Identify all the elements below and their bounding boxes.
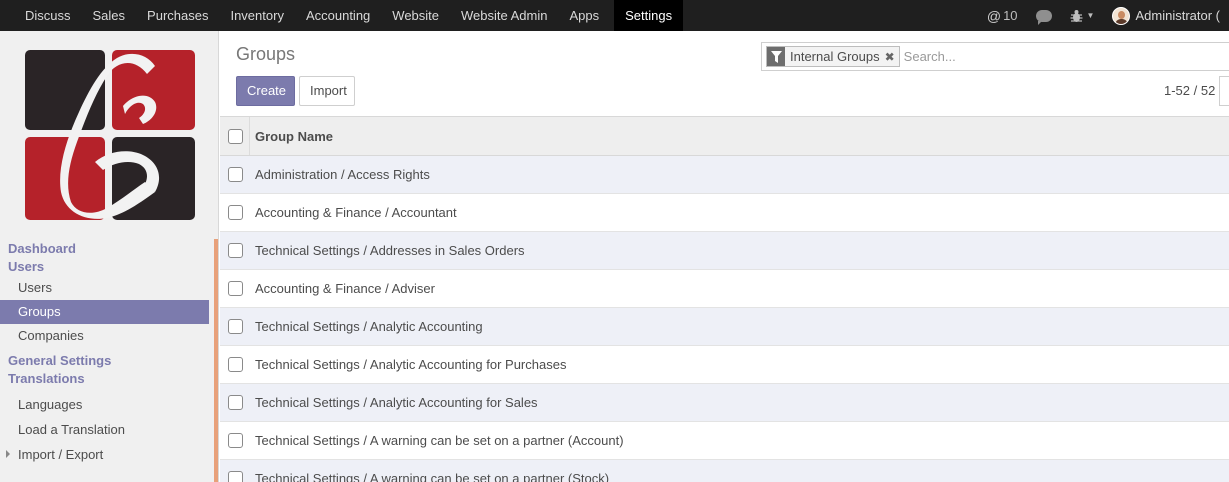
column-header-group-name[interactable]: Group Name <box>255 129 333 144</box>
sidebar-item-load-translation[interactable]: Load a Translation <box>0 417 209 442</box>
row-group-name: Technical Settings / A warning can be se… <box>255 471 610 482</box>
table-row[interactable]: Accounting & Finance / Adviser <box>220 270 1229 308</box>
sidebar-section-dashboard[interactable]: Dashboard <box>0 240 209 258</box>
table-row[interactable]: Administration / Access Rights <box>220 156 1229 194</box>
page-title: Groups <box>236 44 296 64</box>
row-group-name: Accounting & Finance / Accountant <box>255 205 457 220</box>
search-facet: Internal Groups ✖ <box>766 46 900 67</box>
sidebar-item-languages[interactable]: Languages <box>0 392 209 417</box>
row-checkbox[interactable] <box>228 319 243 334</box>
chat-icon <box>1035 9 1052 25</box>
sidebar-nav: Dashboard Users Users Groups Companies G… <box>0 240 209 467</box>
table-header: Group Name <box>220 117 1229 156</box>
sidebar-item-companies[interactable]: Companies <box>0 324 209 348</box>
search-bar[interactable]: Internal Groups ✖ <box>761 42 1229 71</box>
pager-value[interactable]: 1-52 / 52 <box>1164 83 1215 98</box>
user-menu[interactable]: Administrator ( <box>1103 0 1229 31</box>
search-input[interactable] <box>903 49 1204 64</box>
mentions-button[interactable]: @ 10 <box>978 0 1027 31</box>
menu-settings[interactable]: Settings <box>614 0 684 31</box>
menu-accounting[interactable]: Accounting <box>295 0 381 31</box>
top-navbar: Discuss Sales Purchases Inventory Accoun… <box>0 0 1229 31</box>
menu-sales[interactable]: Sales <box>82 0 137 31</box>
row-checkbox[interactable] <box>228 433 243 448</box>
menu-purchases[interactable]: Purchases <box>136 0 219 31</box>
table-row[interactable]: Technical Settings / Analytic Accounting <box>220 308 1229 346</box>
sidebar-item-import-export[interactable]: Import / Export <box>0 442 209 467</box>
row-group-name: Accounting & Finance / Adviser <box>255 281 435 296</box>
app-menu: Discuss Sales Purchases Inventory Accoun… <box>0 0 684 31</box>
row-group-name: Technical Settings / Analytic Accounting… <box>255 357 567 372</box>
groups-table: Group Name Administration / Access Right… <box>220 116 1229 482</box>
menu-inventory[interactable]: Inventory <box>219 0 294 31</box>
table-row[interactable]: Accounting & Finance / Accountant <box>220 194 1229 232</box>
company-logo <box>25 50 195 220</box>
menu-website-admin[interactable]: Website Admin <box>450 0 558 31</box>
debug-menu-button[interactable]: ▼ <box>1061 0 1104 31</box>
header-divider <box>249 117 250 155</box>
pager-previous-button[interactable] <box>1219 76 1229 106</box>
main-content: Groups Internal Groups ✖ Create Import 1… <box>220 31 1229 482</box>
at-icon: @ <box>986 7 1002 24</box>
user-name: Administrator ( <box>1135 8 1220 23</box>
table-row[interactable]: Technical Settings / A warning can be se… <box>220 460 1229 482</box>
mentions-count: 10 <box>1003 8 1018 23</box>
row-checkbox[interactable] <box>228 243 243 258</box>
table-row[interactable]: Technical Settings / Addresses in Sales … <box>220 232 1229 270</box>
row-checkbox[interactable] <box>228 205 243 220</box>
import-button[interactable]: Import <box>299 76 355 106</box>
chevron-down-icon: ▼ <box>1086 11 1095 20</box>
row-checkbox[interactable] <box>228 471 243 482</box>
sidebar-section-general-settings[interactable]: General Settings <box>0 352 209 370</box>
chat-button[interactable] <box>1027 0 1061 31</box>
sidebar-section-translations[interactable]: Translations <box>0 370 209 388</box>
select-all-checkbox[interactable] <box>228 128 243 144</box>
facet-remove-icon[interactable]: ✖ <box>885 50 895 64</box>
create-button[interactable]: Create <box>236 76 295 106</box>
sidebar-scroll-indicator <box>214 239 218 482</box>
bug-icon <box>1070 9 1083 22</box>
row-group-name: Administration / Access Rights <box>255 167 430 182</box>
sidebar-section-users[interactable]: Users <box>0 258 209 276</box>
row-checkbox[interactable] <box>228 357 243 372</box>
sidebar-item-groups[interactable]: Groups <box>0 300 209 324</box>
row-checkbox[interactable] <box>228 395 243 410</box>
row-checkbox[interactable] <box>228 281 243 296</box>
table-row[interactable]: Technical Settings / Analytic Accounting… <box>220 384 1229 422</box>
sidebar: Dashboard Users Users Groups Companies G… <box>0 31 219 482</box>
row-group-name: Technical Settings / Addresses in Sales … <box>255 243 525 258</box>
row-group-name: Technical Settings / Analytic Accounting <box>255 319 483 334</box>
menu-apps[interactable]: Apps <box>558 0 610 31</box>
menu-discuss[interactable]: Discuss <box>14 0 82 31</box>
sidebar-item-users[interactable]: Users <box>0 276 209 300</box>
row-group-name: Technical Settings / A warning can be se… <box>255 433 624 448</box>
table-row[interactable]: Technical Settings / Analytic Accounting… <box>220 346 1229 384</box>
avatar <box>1112 6 1131 25</box>
table-row[interactable]: Technical Settings / A warning can be se… <box>220 422 1229 460</box>
menu-website[interactable]: Website <box>381 0 450 31</box>
systray: @ 10 ▼ Administrator ( <box>978 0 1229 31</box>
row-checkbox[interactable] <box>228 167 243 182</box>
row-group-name: Technical Settings / Analytic Accounting… <box>255 395 538 410</box>
facet-label: Internal Groups <box>790 49 880 64</box>
filter-icon <box>767 47 785 66</box>
